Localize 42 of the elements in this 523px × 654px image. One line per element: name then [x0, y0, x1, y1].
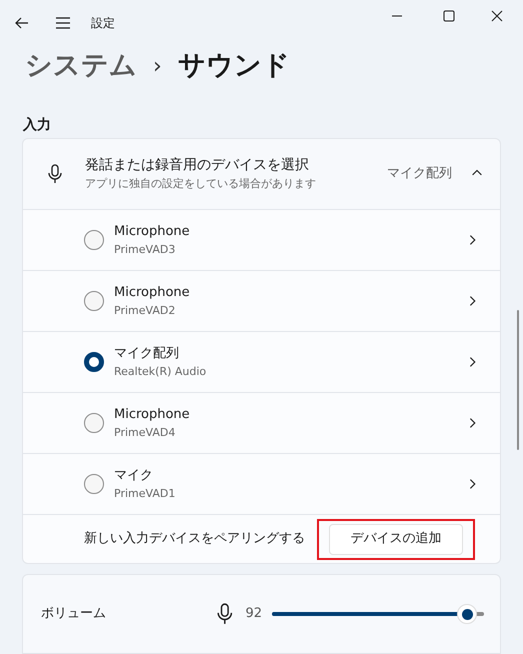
window-title: 設定: [91, 15, 115, 32]
device-detail: PrimeVAD1: [114, 486, 176, 502]
setting-title: 発話または録音用のデバイスを選択: [85, 156, 310, 176]
menu-icon[interactable]: [55, 16, 71, 30]
back-icon[interactable]: [14, 15, 30, 31]
volume-label: ボリューム: [41, 605, 107, 624]
device-name: マイク: [114, 467, 154, 485]
device-row[interactable]: Microphone PrimeVAD4: [22, 393, 501, 454]
radio-button[interactable]: [84, 413, 104, 433]
device-name: Microphone: [114, 406, 191, 424]
setting-subtitle: アプリに独自の設定をしている場合があります: [85, 176, 317, 192]
close-icon[interactable]: [491, 10, 503, 22]
device-detail: PrimeVAD2: [114, 302, 176, 318]
device-detail: PrimeVAD3: [114, 242, 176, 258]
device-detail: PrimeVAD4: [114, 424, 176, 440]
breadcrumb-separator: ›: [153, 52, 162, 80]
radio-button[interactable]: [84, 474, 104, 494]
radio-button[interactable]: [84, 230, 104, 250]
device-name: Microphone: [114, 284, 191, 302]
device-name: マイク配列: [114, 345, 180, 363]
device-name: Microphone: [114, 223, 191, 241]
device-row[interactable]: マイク PrimeVAD1: [22, 454, 501, 515]
volume-reading: 92: [245, 605, 262, 624]
page-title: サウンド: [178, 48, 290, 83]
volume-slider[interactable]: [272, 604, 484, 624]
maximize-icon[interactable]: [443, 10, 455, 22]
device-row[interactable]: Microphone PrimeVAD2: [22, 271, 501, 332]
input-device-header[interactable]: 発話または録音用のデバイスを選択 アプリに独自の設定をしている場合があります マイク配列: [22, 138, 501, 210]
add-device-button[interactable]: デバイスの追加: [329, 524, 463, 554]
selected-device-value: マイク配列: [387, 165, 452, 184]
microphone-icon: [216, 603, 234, 625]
breadcrumb-parent[interactable]: システム: [25, 46, 137, 86]
pair-label: 新しい入力デバイスをペアリングする: [84, 530, 305, 548]
microphone-icon: [47, 164, 63, 184]
radio-button[interactable]: [84, 291, 104, 311]
device-row[interactable]: マイク配列 Realtek(R) Audio: [22, 332, 501, 393]
device-detail: Realtek(R) Audio: [114, 364, 208, 380]
slider-thumb[interactable]: [457, 604, 478, 624]
section-title: 入力: [22, 116, 52, 135]
device-row[interactable]: Microphone PrimeVAD3: [22, 210, 501, 271]
scrollbar[interactable]: [517, 310, 519, 450]
radio-button[interactable]: [84, 352, 104, 372]
